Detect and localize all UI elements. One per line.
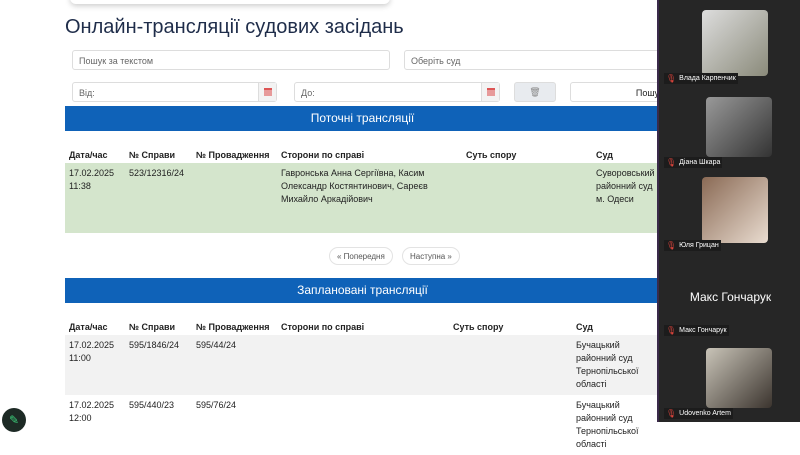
clear-button[interactable]: 🗑	[514, 82, 556, 102]
participant-label: 🎙 Юля Грицан	[664, 240, 721, 251]
search-button[interactable]: Пошук	[570, 82, 670, 102]
case-number: 523/12316/24	[129, 168, 185, 178]
time: 12:00	[69, 413, 92, 423]
edit-pencil-button[interactable]: ✎	[2, 408, 26, 432]
subject	[462, 163, 592, 233]
proceeding-number: 595/76/24	[196, 400, 237, 410]
table-row[interactable]: 17.02.2025 11:38 523/12316/24 Гавронська …	[65, 163, 660, 233]
col-header: Сторони по справі	[281, 322, 365, 332]
to-placeholder: До:	[301, 88, 315, 98]
muted-mic-icon: 🎙	[666, 74, 677, 83]
col-header: Дата/час	[69, 322, 108, 332]
scheduled-section-header: Заплановані трансляції	[65, 278, 660, 303]
col-header: Суть спору	[466, 150, 517, 160]
court: Суворовський районний суд м. Одеси	[596, 168, 655, 204]
search-placeholder: Пошук за текстом	[79, 56, 154, 66]
court: Бучацький районний суд Тернопільської об…	[576, 400, 639, 449]
case-number: 595/1846/24	[129, 340, 180, 350]
participant-video[interactable]	[702, 177, 768, 243]
table-row[interactable]: 17.02.2025 12:00 595/440/23 595/76/24 Буч…	[65, 395, 660, 455]
time: 11:38	[69, 181, 91, 191]
from-placeholder: Від:	[79, 88, 95, 98]
col-header: Суд	[596, 150, 613, 160]
participant-video[interactable]	[706, 348, 772, 408]
court: Бучацький районний суд Тернопільської об…	[576, 340, 639, 389]
video-participants-panel: 🎙 Влада Карпенчик 🎙 Діана Шкара 🎙 Юля Грица…	[657, 0, 800, 422]
participant-name: Udovenko Artem	[679, 410, 731, 417]
participant-label: 🎙 Макс Гончарук	[664, 325, 729, 336]
participant-name: Діана Шкара	[679, 159, 721, 166]
parties	[277, 395, 449, 455]
table-row[interactable]: 17.02.2025 11:00 595/1846/24 595/44/24 Бу…	[65, 335, 660, 395]
participant-label: 🎙 Udovenko Artem	[664, 408, 733, 419]
time: 11:00	[69, 353, 91, 363]
participant-name: Влада Карпенчик	[679, 75, 736, 82]
subject	[449, 395, 572, 455]
date-to-input[interactable]: До:	[294, 82, 500, 102]
muted-mic-icon: 🎙	[666, 241, 677, 250]
proceeding-number: 595/44/24	[196, 340, 237, 350]
current-table: Дата/час № Справи № Провадження Сторони …	[65, 131, 660, 233]
col-header: Суд	[576, 322, 593, 332]
participant-video[interactable]	[702, 10, 768, 76]
page-title: Онлайн-трансляції судових засідань	[65, 16, 404, 38]
col-header: Дата/час	[69, 150, 108, 160]
participant-video[interactable]	[706, 97, 772, 157]
calendar-icon[interactable]	[481, 83, 499, 101]
court-placeholder: Оберіть суд	[411, 56, 461, 66]
col-header: № Провадження	[196, 150, 270, 160]
search-input[interactable]: Пошук за текстом	[72, 50, 390, 70]
trash-icon: 🗑	[529, 87, 541, 97]
case-number: 595/440/23	[129, 400, 175, 410]
scheduled-table: Дата/час № Справи № Провадження Сторони …	[65, 303, 660, 455]
participant-name-placeholder: Макс Гончарук	[689, 290, 772, 304]
current-section-header: Поточні трансляції	[65, 106, 660, 131]
participant-label: 🎙 Діана Шкара	[664, 157, 723, 168]
date: 17.02.2025	[69, 168, 115, 178]
col-header: № Провадження	[196, 322, 270, 332]
parties: Гавронська Анна Сергіївна, Касим Олексан…	[281, 168, 428, 204]
muted-mic-icon: 🎙	[666, 409, 677, 418]
next-page-button[interactable]: Наступна »	[402, 247, 460, 265]
subject	[449, 335, 572, 395]
col-header: Суть спору	[453, 322, 504, 332]
col-header: № Справи	[129, 322, 176, 332]
muted-mic-icon: 🎙	[666, 326, 677, 335]
date-from-input[interactable]: Від:	[72, 82, 277, 102]
court-select[interactable]: Оберіть суд	[404, 50, 664, 70]
muted-mic-icon: 🎙	[666, 158, 677, 167]
participant-name: Юля Грицан	[679, 242, 719, 249]
prev-page-button[interactable]: « Попередня	[329, 247, 393, 265]
proceeding-number	[192, 163, 277, 233]
participant-label: 🎙 Влада Карпенчик	[664, 73, 738, 84]
col-header: Сторони по справі	[281, 150, 365, 160]
calendar-icon[interactable]	[258, 83, 276, 101]
date: 17.02.2025	[69, 400, 115, 410]
top-bar	[70, 0, 390, 4]
participant-name: Макс Гончарук	[679, 327, 727, 334]
date: 17.02.2025	[69, 340, 115, 350]
parties	[277, 335, 449, 395]
col-header: № Справи	[129, 150, 176, 160]
